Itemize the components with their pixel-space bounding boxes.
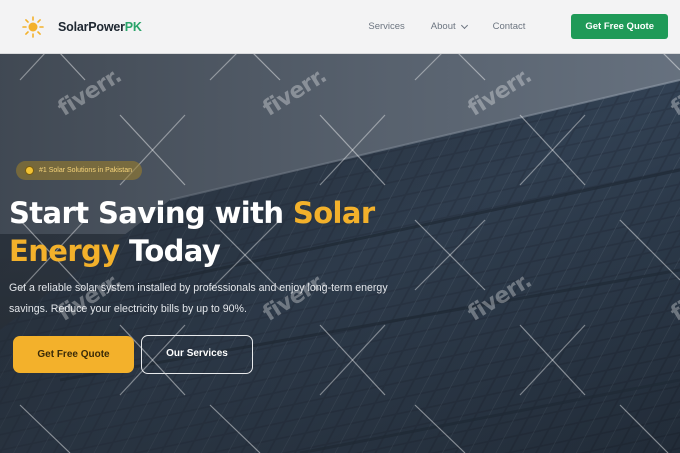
nav-services[interactable]: Services	[368, 21, 404, 32]
our-services-button[interactable]: Our Services	[141, 335, 253, 374]
brand-name: SolarPowerPK	[58, 19, 142, 34]
headline-highlight-solar: Solar	[292, 196, 375, 230]
brand-logo[interactable]: SolarPowerPK	[22, 15, 142, 38]
badge-dot-icon	[25, 166, 34, 175]
headline-highlight-energy: Energy	[9, 234, 120, 268]
main-nav: Services About Contact Get Free Quote	[368, 14, 668, 39]
header-get-quote-button[interactable]: Get Free Quote	[571, 14, 668, 39]
hero-subtext: Get a reliable solar system installed by…	[9, 282, 388, 315]
top-navbar: SolarPowerPK Services About Contact Get …	[0, 0, 680, 54]
sun-icon	[22, 15, 44, 38]
nav-about[interactable]: About	[430, 21, 468, 32]
get-free-quote-button[interactable]: Get Free Quote	[13, 336, 134, 373]
nav-about-label: About	[430, 21, 456, 32]
headline-text-2: Today	[119, 234, 221, 268]
hero-badge: #1 Solar Solutions in Pakistan	[16, 161, 142, 180]
nav-contact[interactable]: Contact	[493, 21, 526, 32]
headline-text-1: Start Saving with	[9, 196, 293, 230]
hero-headline: Start Saving with Solar Energy Today	[9, 194, 429, 270]
brand-name-accent: PK	[124, 19, 142, 34]
hero-badge-text: #1 Solar Solutions in Pakistan	[39, 167, 132, 174]
chevron-down-icon	[460, 21, 468, 29]
